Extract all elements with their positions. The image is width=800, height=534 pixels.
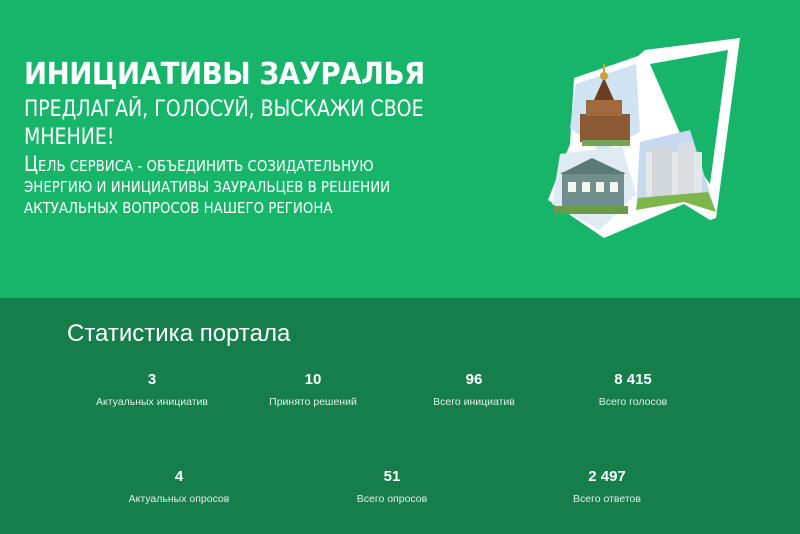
stat-value: 2 497 bbox=[588, 468, 626, 485]
hero-banner: ИНИЦИАТИВЫ ЗАУРАЛЬЯ ПРЕДЛАГАЙ, ГОЛОСУЙ, … bbox=[0, 0, 800, 298]
stat-label: Актуальных опросов bbox=[128, 493, 230, 505]
stat-label: Всего ответов bbox=[573, 493, 641, 505]
hero-description: Цель сервиса - объединить созидательную … bbox=[24, 152, 391, 218]
stat-value: 10 bbox=[304, 371, 322, 388]
stat-value: 96 bbox=[465, 371, 483, 388]
stat-label: Всего голосов bbox=[598, 396, 668, 408]
stat-accepted-decisions: 10 Принято решений bbox=[233, 371, 393, 409]
stat-label: Актуальных инициатив bbox=[96, 396, 208, 408]
stat-total-answers: 2 497 Всего ответов bbox=[527, 468, 687, 506]
hero-text: ИНИЦИАТИВЫ ЗАУРАЛЬЯ ПРЕДЛАГАЙ, ГОЛОСУЙ, … bbox=[24, 58, 544, 219]
region-logo-graphic bbox=[548, 38, 740, 238]
stat-total-polls: 51 Всего опросов bbox=[312, 468, 472, 506]
hero-subtitle: ПРЕДЛАГАЙ, ГОЛОСУЙ, ВЫСКАЖИ СВОЕ МНЕНИЕ! bbox=[24, 97, 424, 150]
stat-label: Принято решений bbox=[269, 396, 357, 408]
stat-total-votes: 8 415 Всего голосов bbox=[553, 371, 713, 409]
stat-value: 51 bbox=[383, 468, 401, 485]
stat-label: Всего опросов bbox=[356, 493, 428, 505]
stat-label: Всего инициатив bbox=[433, 396, 515, 408]
stats-title: Статистика портала bbox=[67, 320, 291, 347]
stat-total-initiatives: 96 Всего инициатив bbox=[394, 371, 554, 409]
stat-value: 8 415 bbox=[614, 371, 652, 388]
stat-current-initiatives: 3 Актуальных инициатив bbox=[72, 371, 232, 409]
stat-current-polls: 4 Актуальных опросов bbox=[99, 468, 259, 506]
stat-value: 4 bbox=[174, 468, 184, 485]
stat-value: 3 bbox=[147, 371, 157, 388]
hero-title: ИНИЦИАТИВЫ ЗАУРАЛЬЯ bbox=[24, 57, 425, 92]
